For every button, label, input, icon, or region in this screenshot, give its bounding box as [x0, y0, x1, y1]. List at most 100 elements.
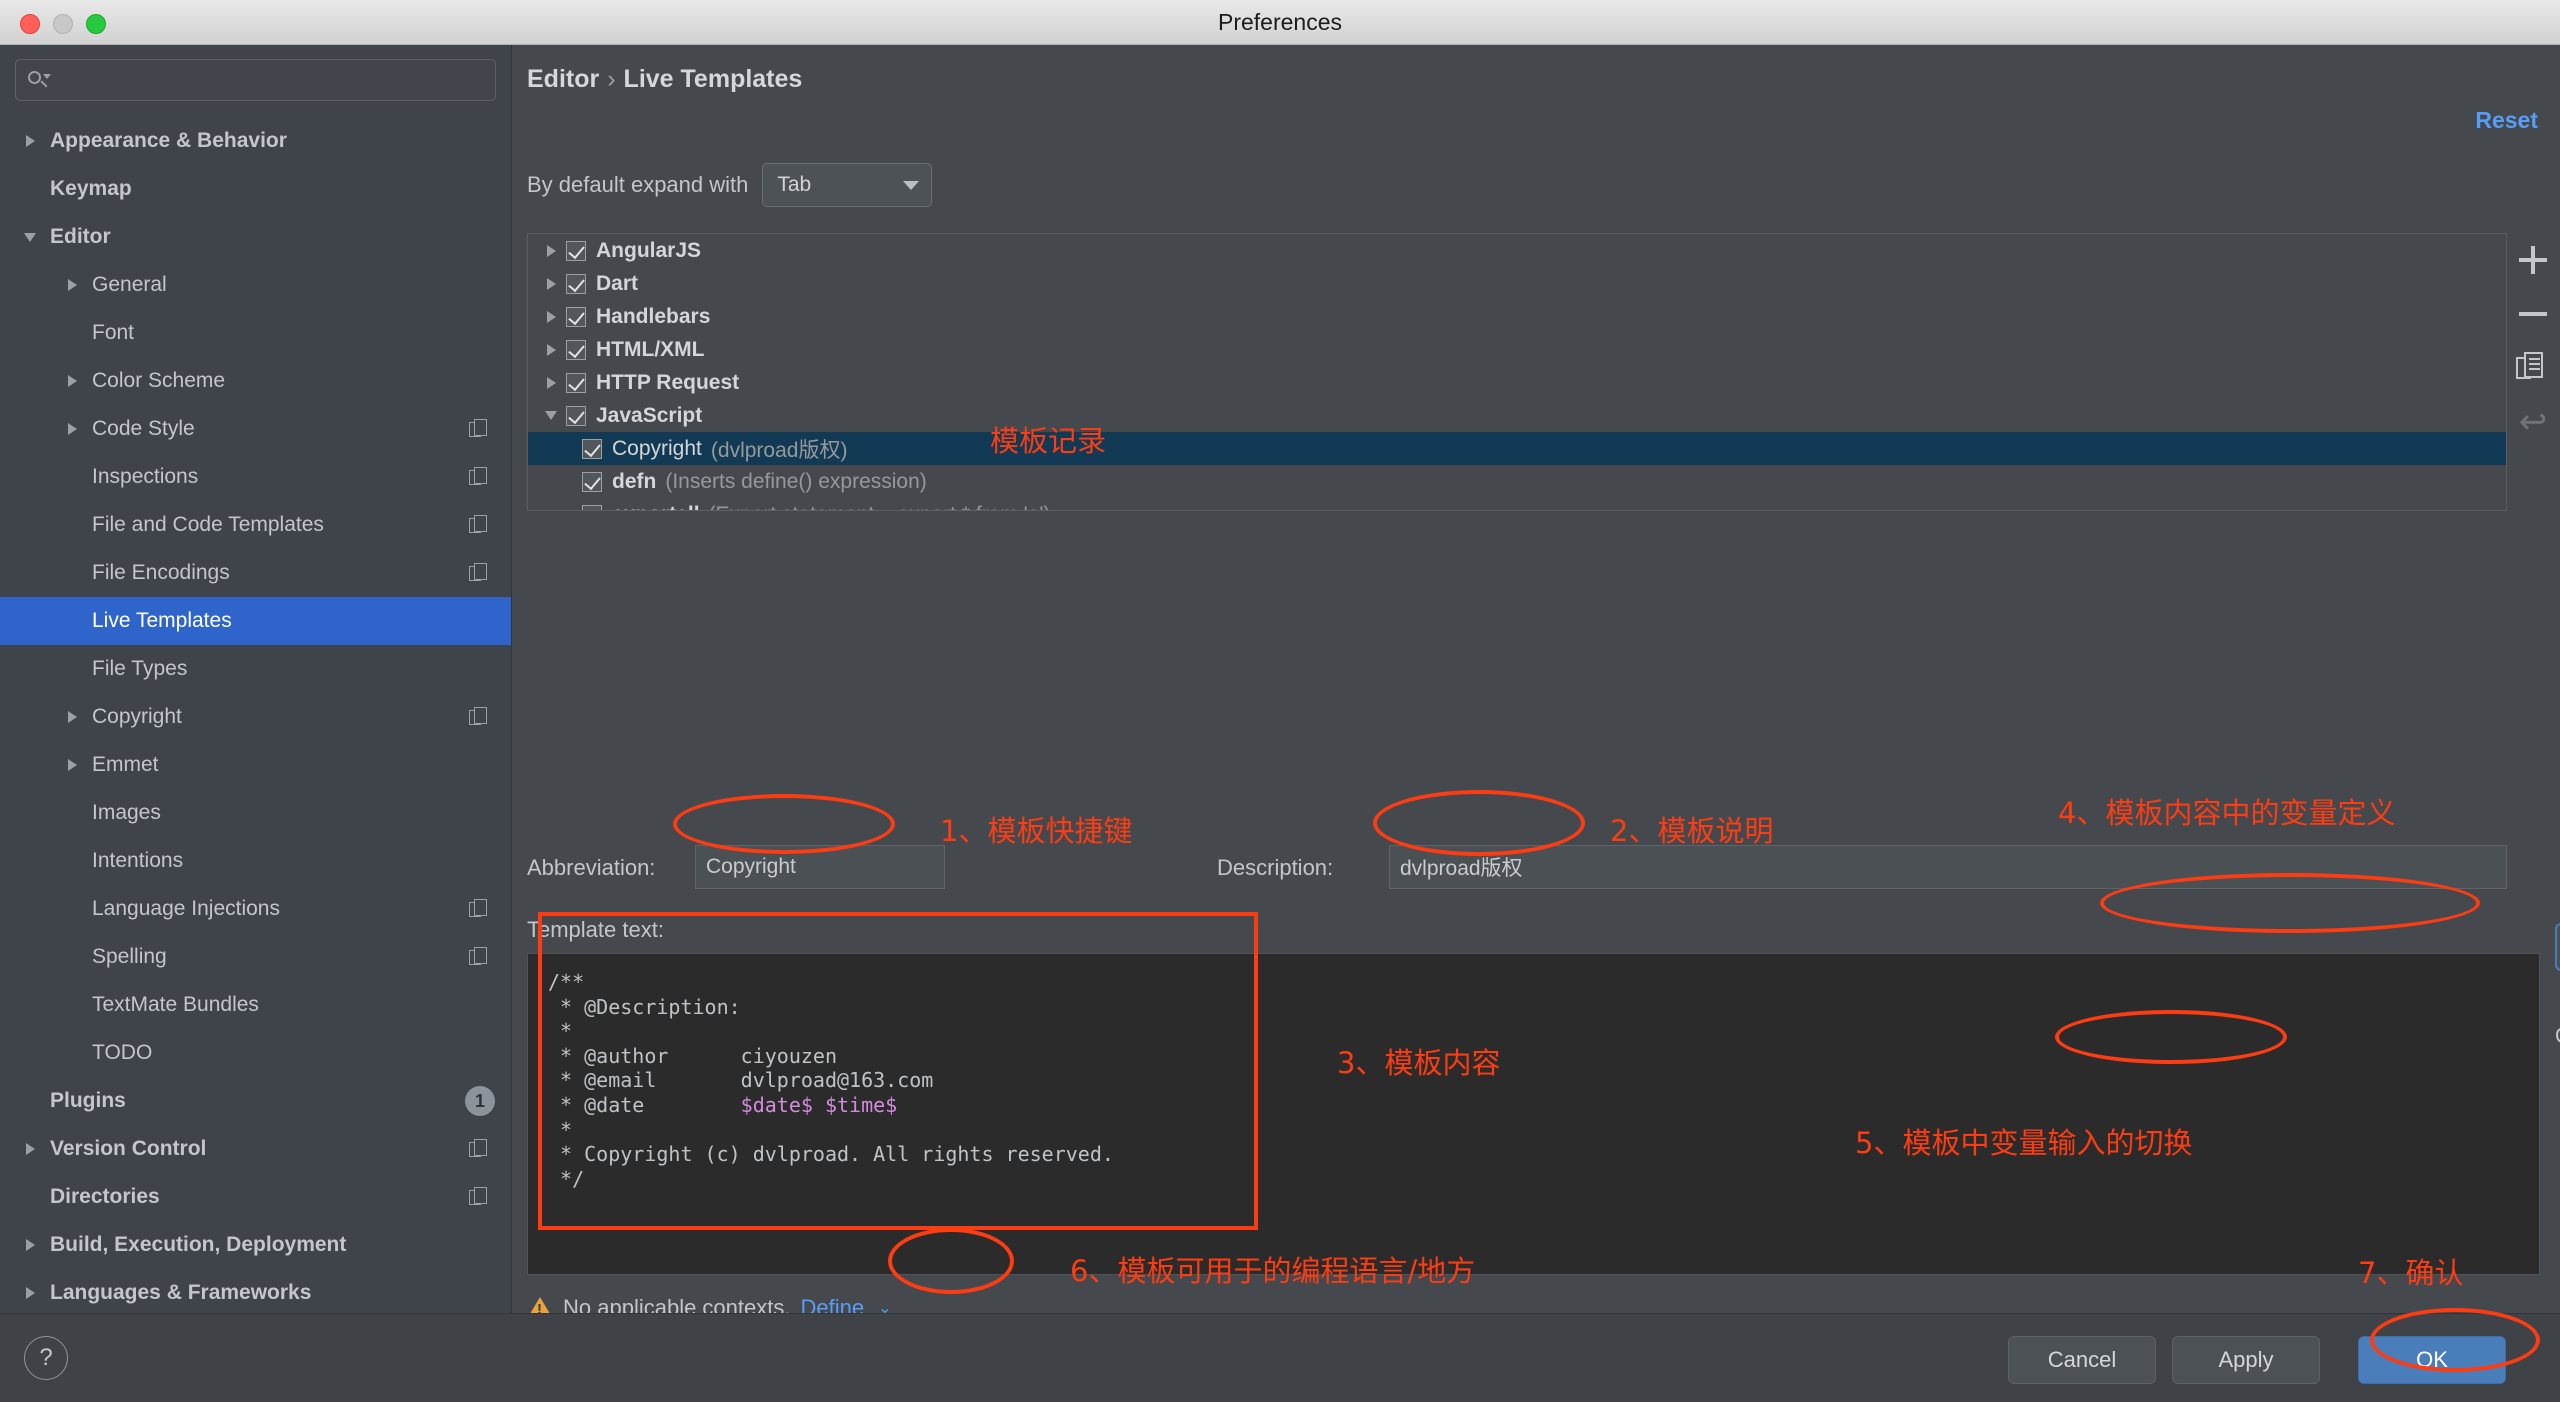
- sidebar-item-keymap[interactable]: Keymap: [0, 165, 511, 213]
- template-description: (Export statement – export * from 'a'): [700, 503, 1051, 511]
- chevron-right-icon[interactable]: [18, 135, 42, 147]
- sidebar-item-file-encodings[interactable]: File Encodings: [0, 549, 511, 597]
- chevron-right-icon[interactable]: [536, 278, 566, 290]
- sidebar-item-label: Directories: [50, 1185, 160, 1208]
- template-group-row[interactable]: Handlebars: [528, 300, 2506, 333]
- chevron-right-icon[interactable]: [60, 279, 84, 291]
- sidebar-item-languages-frameworks[interactable]: Languages & Frameworks: [0, 1269, 511, 1313]
- template-group-row[interactable]: Dart: [528, 267, 2506, 300]
- code-line-2: * @Description:: [548, 994, 741, 1019]
- sidebar-item-label: Inspections: [92, 465, 199, 488]
- sidebar-item-live-templates[interactable]: Live Templates: [0, 597, 511, 645]
- template-enabled-checkbox[interactable]: [566, 273, 586, 294]
- template-enabled-checkbox[interactable]: [582, 471, 602, 492]
- sidebar-item-version-control[interactable]: Version Control: [0, 1125, 511, 1173]
- template-text-editor[interactable]: /** * @Description: * * @author ciyouzen…: [527, 953, 2540, 1275]
- copy-icon[interactable]: [2516, 351, 2550, 385]
- breadcrumb-root[interactable]: Editor: [527, 65, 599, 93]
- template-enabled-checkbox[interactable]: [582, 438, 602, 459]
- template-enabled-checkbox[interactable]: [566, 339, 586, 360]
- template-enabled-checkbox[interactable]: [582, 504, 602, 510]
- sidebar-item-textmate-bundles[interactable]: TextMate Bundles: [0, 981, 511, 1029]
- search-input[interactable]: [50, 69, 485, 91]
- sidebar-item-code-style[interactable]: Code Style: [0, 405, 511, 453]
- apply-button[interactable]: Apply: [2172, 1336, 2320, 1384]
- code-line-3: *: [548, 1019, 573, 1044]
- sidebar-item-label: Copyright: [92, 705, 182, 728]
- template-enabled-checkbox[interactable]: [566, 240, 586, 261]
- chevron-right-icon[interactable]: [60, 423, 84, 435]
- sidebar-item-images[interactable]: Images: [0, 789, 511, 837]
- chevron-right-icon[interactable]: [18, 1239, 42, 1251]
- sidebar-item-label: Build, Execution, Deployment: [50, 1233, 347, 1256]
- undo-icon[interactable]: ↩: [2516, 405, 2550, 439]
- sidebar-item-label: Appearance & Behavior: [50, 129, 287, 152]
- template-row[interactable]: exportall(Export statement – export * fr…: [528, 498, 2506, 511]
- description-input[interactable]: dvlproad版权: [1389, 845, 2507, 889]
- sidebar-item-intentions[interactable]: Intentions: [0, 837, 511, 885]
- template-group-row[interactable]: JavaScript: [528, 399, 2506, 432]
- reformat-row[interactable]: Reformat according to style: [2555, 1127, 2560, 1153]
- template-row[interactable]: defn (Inserts define() expression): [528, 465, 2506, 498]
- template-text-label: Template text:: [527, 917, 664, 942]
- template-group-row[interactable]: HTTP Request: [528, 366, 2506, 399]
- template-fields-row: Abbreviation: Copyright Description: dvl…: [527, 845, 2507, 891]
- project-scope-icon: [469, 1139, 489, 1159]
- chevron-right-icon[interactable]: [60, 759, 84, 771]
- sidebar-item-copyright[interactable]: Copyright: [0, 693, 511, 741]
- templates-list-panel[interactable]: AngularJS Dart Handlebars HTML/XML HTTP Requ…: [527, 233, 2507, 511]
- chevron-right-icon[interactable]: [536, 377, 566, 389]
- template-row[interactable]: Copyright (dvlproad版权): [528, 432, 2506, 465]
- template-group-row[interactable]: AngularJS: [528, 234, 2506, 267]
- chevron-right-icon[interactable]: [60, 711, 84, 723]
- sidebar-item-spelling[interactable]: Spelling: [0, 933, 511, 981]
- sidebar-item-font[interactable]: Font: [0, 309, 511, 357]
- chevron-right-icon[interactable]: [18, 1143, 42, 1155]
- template-enabled-checkbox[interactable]: [566, 306, 586, 327]
- chevron-down-icon[interactable]: [18, 233, 42, 242]
- template-enabled-checkbox[interactable]: [566, 372, 586, 393]
- sidebar-item-appearance-behavior[interactable]: Appearance & Behavior: [0, 117, 511, 165]
- chevron-right-icon[interactable]: [60, 375, 84, 387]
- default-expand-select[interactable]: Tab: [762, 163, 933, 207]
- template-name: Handlebars: [596, 304, 711, 328]
- reset-link[interactable]: Reset: [2475, 107, 2538, 134]
- sidebar-item-directories[interactable]: Directories: [0, 1173, 511, 1221]
- code-line-6-prefix: * @date: [548, 1092, 741, 1117]
- sidebar-item-general[interactable]: General: [0, 261, 511, 309]
- sidebar-item-todo[interactable]: TODO: [0, 1029, 511, 1077]
- minus-icon[interactable]: [2516, 297, 2550, 331]
- sidebar-item-inspections[interactable]: Inspections: [0, 453, 511, 501]
- annotation-text-a1: 模板记录: [990, 424, 1107, 458]
- sidebar-item-label: File Encodings: [92, 561, 230, 584]
- plus-icon[interactable]: [2516, 243, 2550, 277]
- chevron-right-icon[interactable]: [536, 344, 566, 356]
- abbreviation-input[interactable]: Copyright: [695, 845, 945, 889]
- template-group-row[interactable]: HTML/XML: [528, 333, 2506, 366]
- sidebar-item-label: TODO: [92, 1041, 153, 1064]
- sidebar-item-badge: 1: [465, 1086, 495, 1116]
- edit-variables-button[interactable]: Edit variables: [2555, 923, 2560, 971]
- sidebar-item-plugins[interactable]: Plugins 1: [0, 1077, 511, 1125]
- help-button[interactable]: ?: [24, 1336, 68, 1380]
- chevron-down-icon[interactable]: [536, 411, 566, 420]
- sidebar-item-emmet[interactable]: Emmet: [0, 741, 511, 789]
- search-box[interactable]: [15, 59, 496, 101]
- sidebar-item-color-scheme[interactable]: Color Scheme: [0, 357, 511, 405]
- ok-button[interactable]: OK: [2358, 1336, 2506, 1384]
- options-legend: Options: [2555, 1023, 2560, 1049]
- sidebar-item-language-injections[interactable]: Language Injections: [0, 885, 511, 933]
- template-name: AngularJS: [596, 238, 702, 262]
- chevron-right-icon[interactable]: [18, 1287, 42, 1299]
- chevron-right-icon[interactable]: [536, 311, 566, 323]
- sidebar-item-build-execution-deployment[interactable]: Build, Execution, Deployment: [0, 1221, 511, 1269]
- sidebar-item-file-types[interactable]: File Types: [0, 645, 511, 693]
- template-enabled-checkbox[interactable]: [566, 405, 586, 426]
- sidebar-item-file-and-code-templates[interactable]: File and Code Templates: [0, 501, 511, 549]
- cancel-button[interactable]: Cancel: [2008, 1336, 2156, 1384]
- project-scope-icon: [469, 899, 489, 919]
- default-expand-value: Tab: [777, 173, 812, 196]
- sidebar-item-editor[interactable]: Editor: [0, 213, 511, 261]
- sidebar-item-label: Editor: [50, 225, 111, 248]
- chevron-right-icon[interactable]: [536, 245, 566, 257]
